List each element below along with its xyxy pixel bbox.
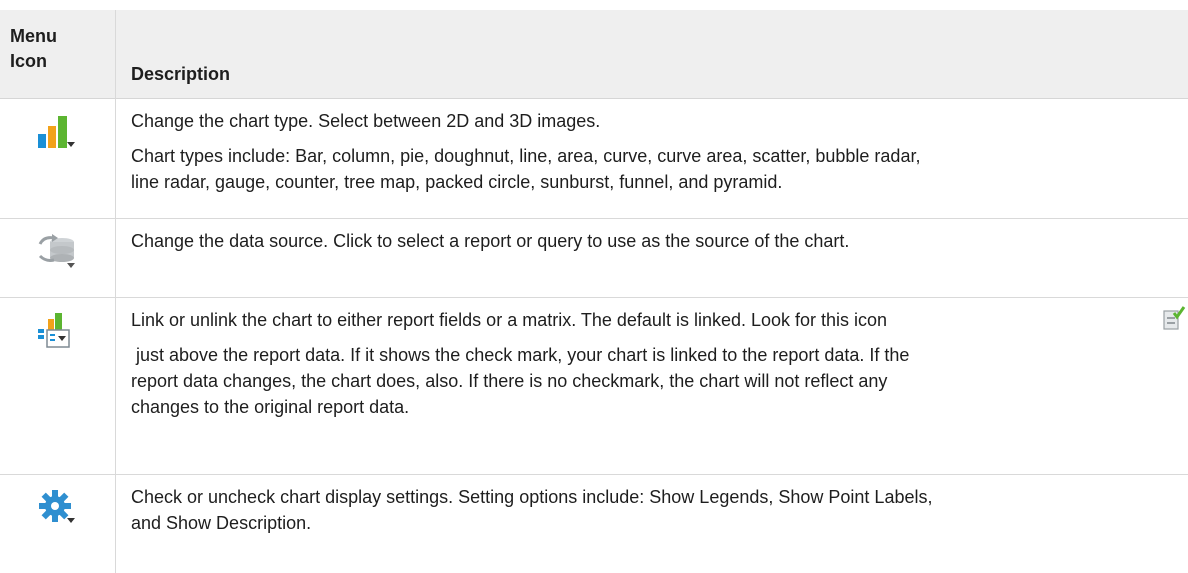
description-paragraph: Change the data source. Click to select … xyxy=(131,231,850,251)
linked-chart-check-icon xyxy=(1158,305,1186,333)
description-paragraph: just above the report data. If it shows … xyxy=(131,345,910,417)
column-divider xyxy=(115,10,116,573)
row-description: Change the chart type. Select between 2D… xyxy=(131,108,1171,195)
data-source-icon xyxy=(36,232,78,270)
row-description: Check or uncheck chart display settings.… xyxy=(131,484,1171,536)
table-row: Change the data source. Click to select … xyxy=(0,218,1188,298)
table-row: Link or unlink the chart to either repor… xyxy=(0,297,1188,475)
chart-type-icon xyxy=(36,112,78,150)
table-row: Change the chart type. Select between 2D… xyxy=(0,98,1188,219)
description-paragraph: Check or uncheck chart display settings.… xyxy=(131,487,933,533)
header-menu-icon: Menu Icon xyxy=(10,26,57,71)
description-paragraph: Link or unlink the chart to either repor… xyxy=(131,310,888,330)
description-paragraph: Chart types include: Bar, column, pie, d… xyxy=(131,146,921,192)
row-description: Link or unlink the chart to either repor… xyxy=(131,307,1171,420)
table-row: Check or uncheck chart display settings.… xyxy=(0,474,1188,573)
row-description: Change the data source. Click to select … xyxy=(131,228,1171,254)
settings-gear-icon xyxy=(36,488,78,526)
description-paragraph: Change the chart type. Select between 2D… xyxy=(131,111,601,131)
table-header: Menu Icon Description xyxy=(0,10,1188,99)
link-chart-icon xyxy=(36,311,78,349)
header-description: Description xyxy=(131,64,231,84)
